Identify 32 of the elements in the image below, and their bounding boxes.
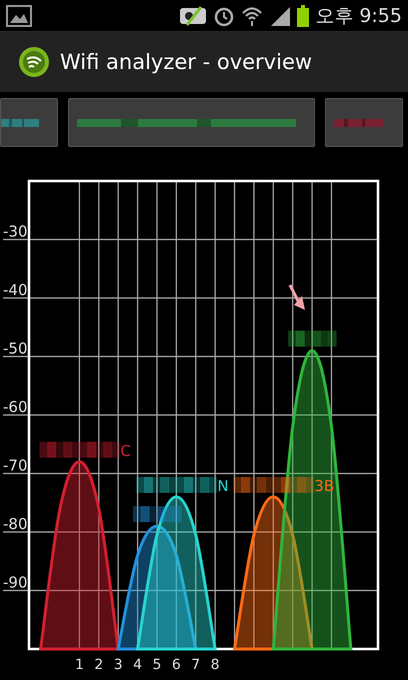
y-axis-label: -90 (3, 574, 28, 592)
battery-icon (297, 4, 310, 26)
y-axis-label: -60 (3, 398, 28, 416)
redacted-label (288, 330, 337, 347)
y-axis-label: -50 (3, 340, 28, 358)
y-axis-label: -30 (3, 222, 28, 240)
filter-button[interactable] (325, 98, 403, 147)
network-name: N (217, 476, 229, 495)
x-axis-label: 7 (191, 657, 200, 673)
status-time: 오후 9:55 (315, 4, 402, 28)
sync-icon (179, 4, 208, 26)
x-axis-label: 4 (133, 657, 142, 673)
redacted-label (132, 506, 182, 522)
picture-icon (6, 4, 32, 26)
x-axis-label: 6 (172, 657, 181, 673)
filter-button[interactable] (0, 98, 58, 147)
x-axis-label: 1 (74, 657, 84, 673)
network-name: 3B (314, 476, 334, 495)
x-axis-label: 8 (210, 657, 220, 673)
y-axis-label: -70 (3, 456, 28, 474)
y-axis-label: -80 (3, 515, 28, 533)
window-title: Wifi analyzer - overview (60, 50, 312, 74)
filter-button[interactable] (68, 98, 315, 147)
x-axis-label: 2 (94, 657, 104, 673)
network-name: C (120, 442, 131, 460)
wifi-app-icon (18, 46, 50, 78)
x-axis-label: 3 (114, 657, 123, 673)
wifi-icon (241, 4, 264, 26)
x-axis-label: 5 (152, 657, 162, 673)
signal-icon (269, 4, 292, 26)
y-axis-label: -40 (3, 281, 28, 299)
pointer-arrow (288, 284, 305, 310)
